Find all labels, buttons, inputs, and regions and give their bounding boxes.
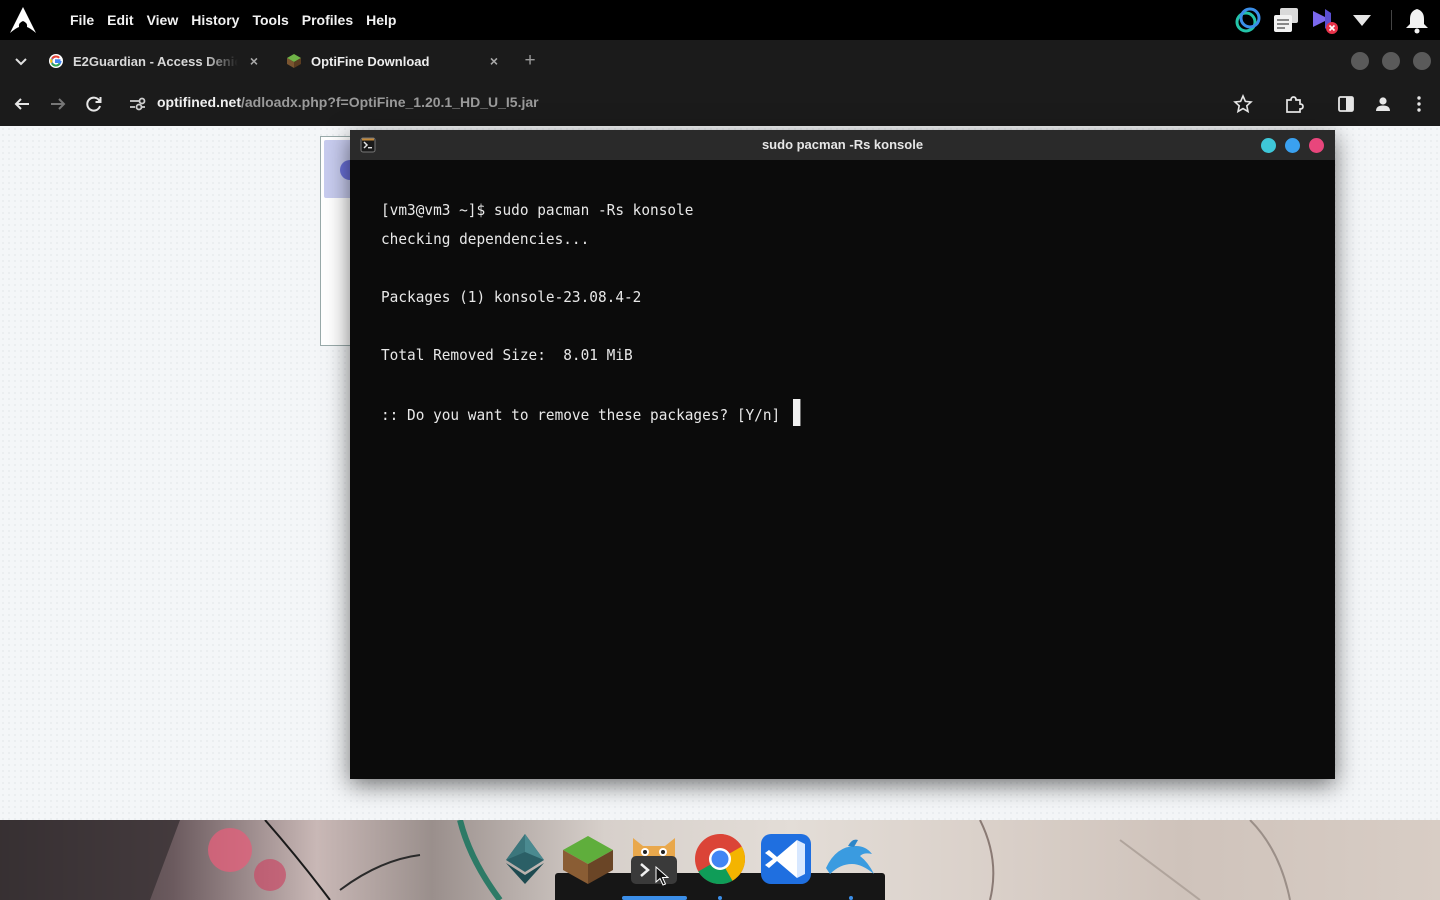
tab-title: OptiFine Download (311, 53, 430, 69)
tab-close-icon[interactable]: × (486, 53, 502, 69)
terminal-title: sudo pacman -Rs konsole (761, 137, 924, 152)
url-host: optifined.net (157, 94, 241, 110)
window-maximize-button[interactable] (1382, 52, 1400, 70)
browser-menu-kebab-icon[interactable] (1408, 93, 1430, 115)
terminal-titlebar[interactable]: sudo pacman -Rs konsole (350, 130, 1335, 160)
menu-edit[interactable]: Edit (107, 12, 133, 28)
active-app-indicator (622, 896, 687, 900)
menu-profiles[interactable]: Profiles (302, 12, 353, 28)
terminal-line: [vm3@vm3 ~]$ sudo pacman -Rs konsole (381, 201, 694, 219)
tray-separator (1391, 10, 1392, 30)
terminal-output[interactable]: [vm3@vm3 ~]$ sudo pacman -Rs konsole che… (381, 196, 801, 428)
terminal-line: Packages (1) konsole-23.08.4-2 (381, 288, 642, 306)
tab-list-chevron-down-icon[interactable] (10, 50, 32, 72)
terminal-line: Total Removed Size: 8.01 MiB (381, 346, 633, 364)
bookmark-star-icon[interactable] (1232, 93, 1254, 115)
vscode-icon[interactable] (759, 832, 813, 886)
terminal-close-button[interactable] (1309, 138, 1324, 153)
browser-tab-strip: E2Guardian - Access Denied × OptiFine Do… (0, 40, 1440, 81)
terminal-cat-icon[interactable] (627, 832, 681, 886)
ethereum-wallet-icon[interactable] (498, 832, 552, 886)
terminal-prompt-text: :: Do you want to remove these packages?… (381, 406, 789, 424)
minecraft-grass-block-icon[interactable] (561, 832, 615, 886)
terminal-maximize-button[interactable] (1285, 138, 1300, 153)
terminal-minimize-button[interactable] (1261, 138, 1276, 153)
menu-view[interactable]: View (147, 12, 179, 28)
browser-toolbar: optifined.net/adloadx.php?f=OptiFine_1.2… (0, 81, 1440, 126)
tab-e2guardian[interactable]: E2Guardian - Access Denied × (40, 44, 270, 78)
menu-help[interactable]: Help (366, 12, 396, 28)
terminal-line: checking dependencies... (381, 230, 590, 248)
app-menu-bar: File Edit View History Tools Profiles He… (70, 0, 409, 40)
back-arrow-icon[interactable] (11, 93, 33, 115)
chrome-icon[interactable] (693, 832, 747, 886)
running-app-dot (849, 896, 853, 900)
clipboard-icon[interactable] (1271, 5, 1301, 35)
new-tab-button[interactable]: + (520, 51, 540, 71)
dolphin-file-manager-icon[interactable] (822, 832, 876, 886)
address-bar[interactable]: optifined.net/adloadx.php?f=OptiFine_1.2… (157, 94, 539, 110)
terminal-window[interactable]: sudo pacman -Rs konsole [vm3@vm3 ~]$ sud… (350, 130, 1335, 779)
google-icon (49, 54, 63, 68)
dropdown-triangle-icon[interactable] (1347, 5, 1377, 35)
window-minimize-button[interactable] (1351, 52, 1369, 70)
window-close-button[interactable] (1413, 52, 1431, 70)
side-panel-icon[interactable] (1335, 93, 1357, 115)
optifine-icon (287, 54, 301, 68)
menu-tools[interactable]: Tools (252, 12, 288, 28)
system-tray (1225, 0, 1432, 40)
url-path: /adloadx.php?f=OptiFine_1.20.1_HD_U_I5.j… (241, 94, 539, 110)
reload-icon[interactable] (83, 93, 105, 115)
sync-icon[interactable] (1233, 5, 1263, 35)
menu-file[interactable]: File (70, 12, 94, 28)
profile-avatar-icon[interactable] (1372, 93, 1394, 115)
system-top-bar: File Edit View History Tools Profiles He… (0, 0, 1440, 40)
mouse-pointer-icon (655, 866, 669, 886)
arch-linux-logo-icon[interactable] (8, 6, 38, 34)
site-settings-icon[interactable] (126, 93, 148, 115)
forward-arrow-icon[interactable] (47, 93, 69, 115)
tab-close-icon[interactable]: × (246, 53, 262, 69)
extensions-puzzle-icon[interactable] (1283, 93, 1305, 115)
menu-history[interactable]: History (191, 12, 239, 28)
terminal-prompt-line: :: Do you want to remove these packages?… (381, 399, 801, 428)
tab-title: E2Guardian - Access Denied (73, 53, 238, 69)
running-app-dot (718, 896, 722, 900)
terminal-cursor (792, 399, 801, 426)
notification-bell-icon[interactable] (1402, 5, 1432, 35)
tab-optifine-download[interactable]: OptiFine Download × (278, 44, 510, 78)
teams-icon[interactable] (1309, 5, 1339, 35)
